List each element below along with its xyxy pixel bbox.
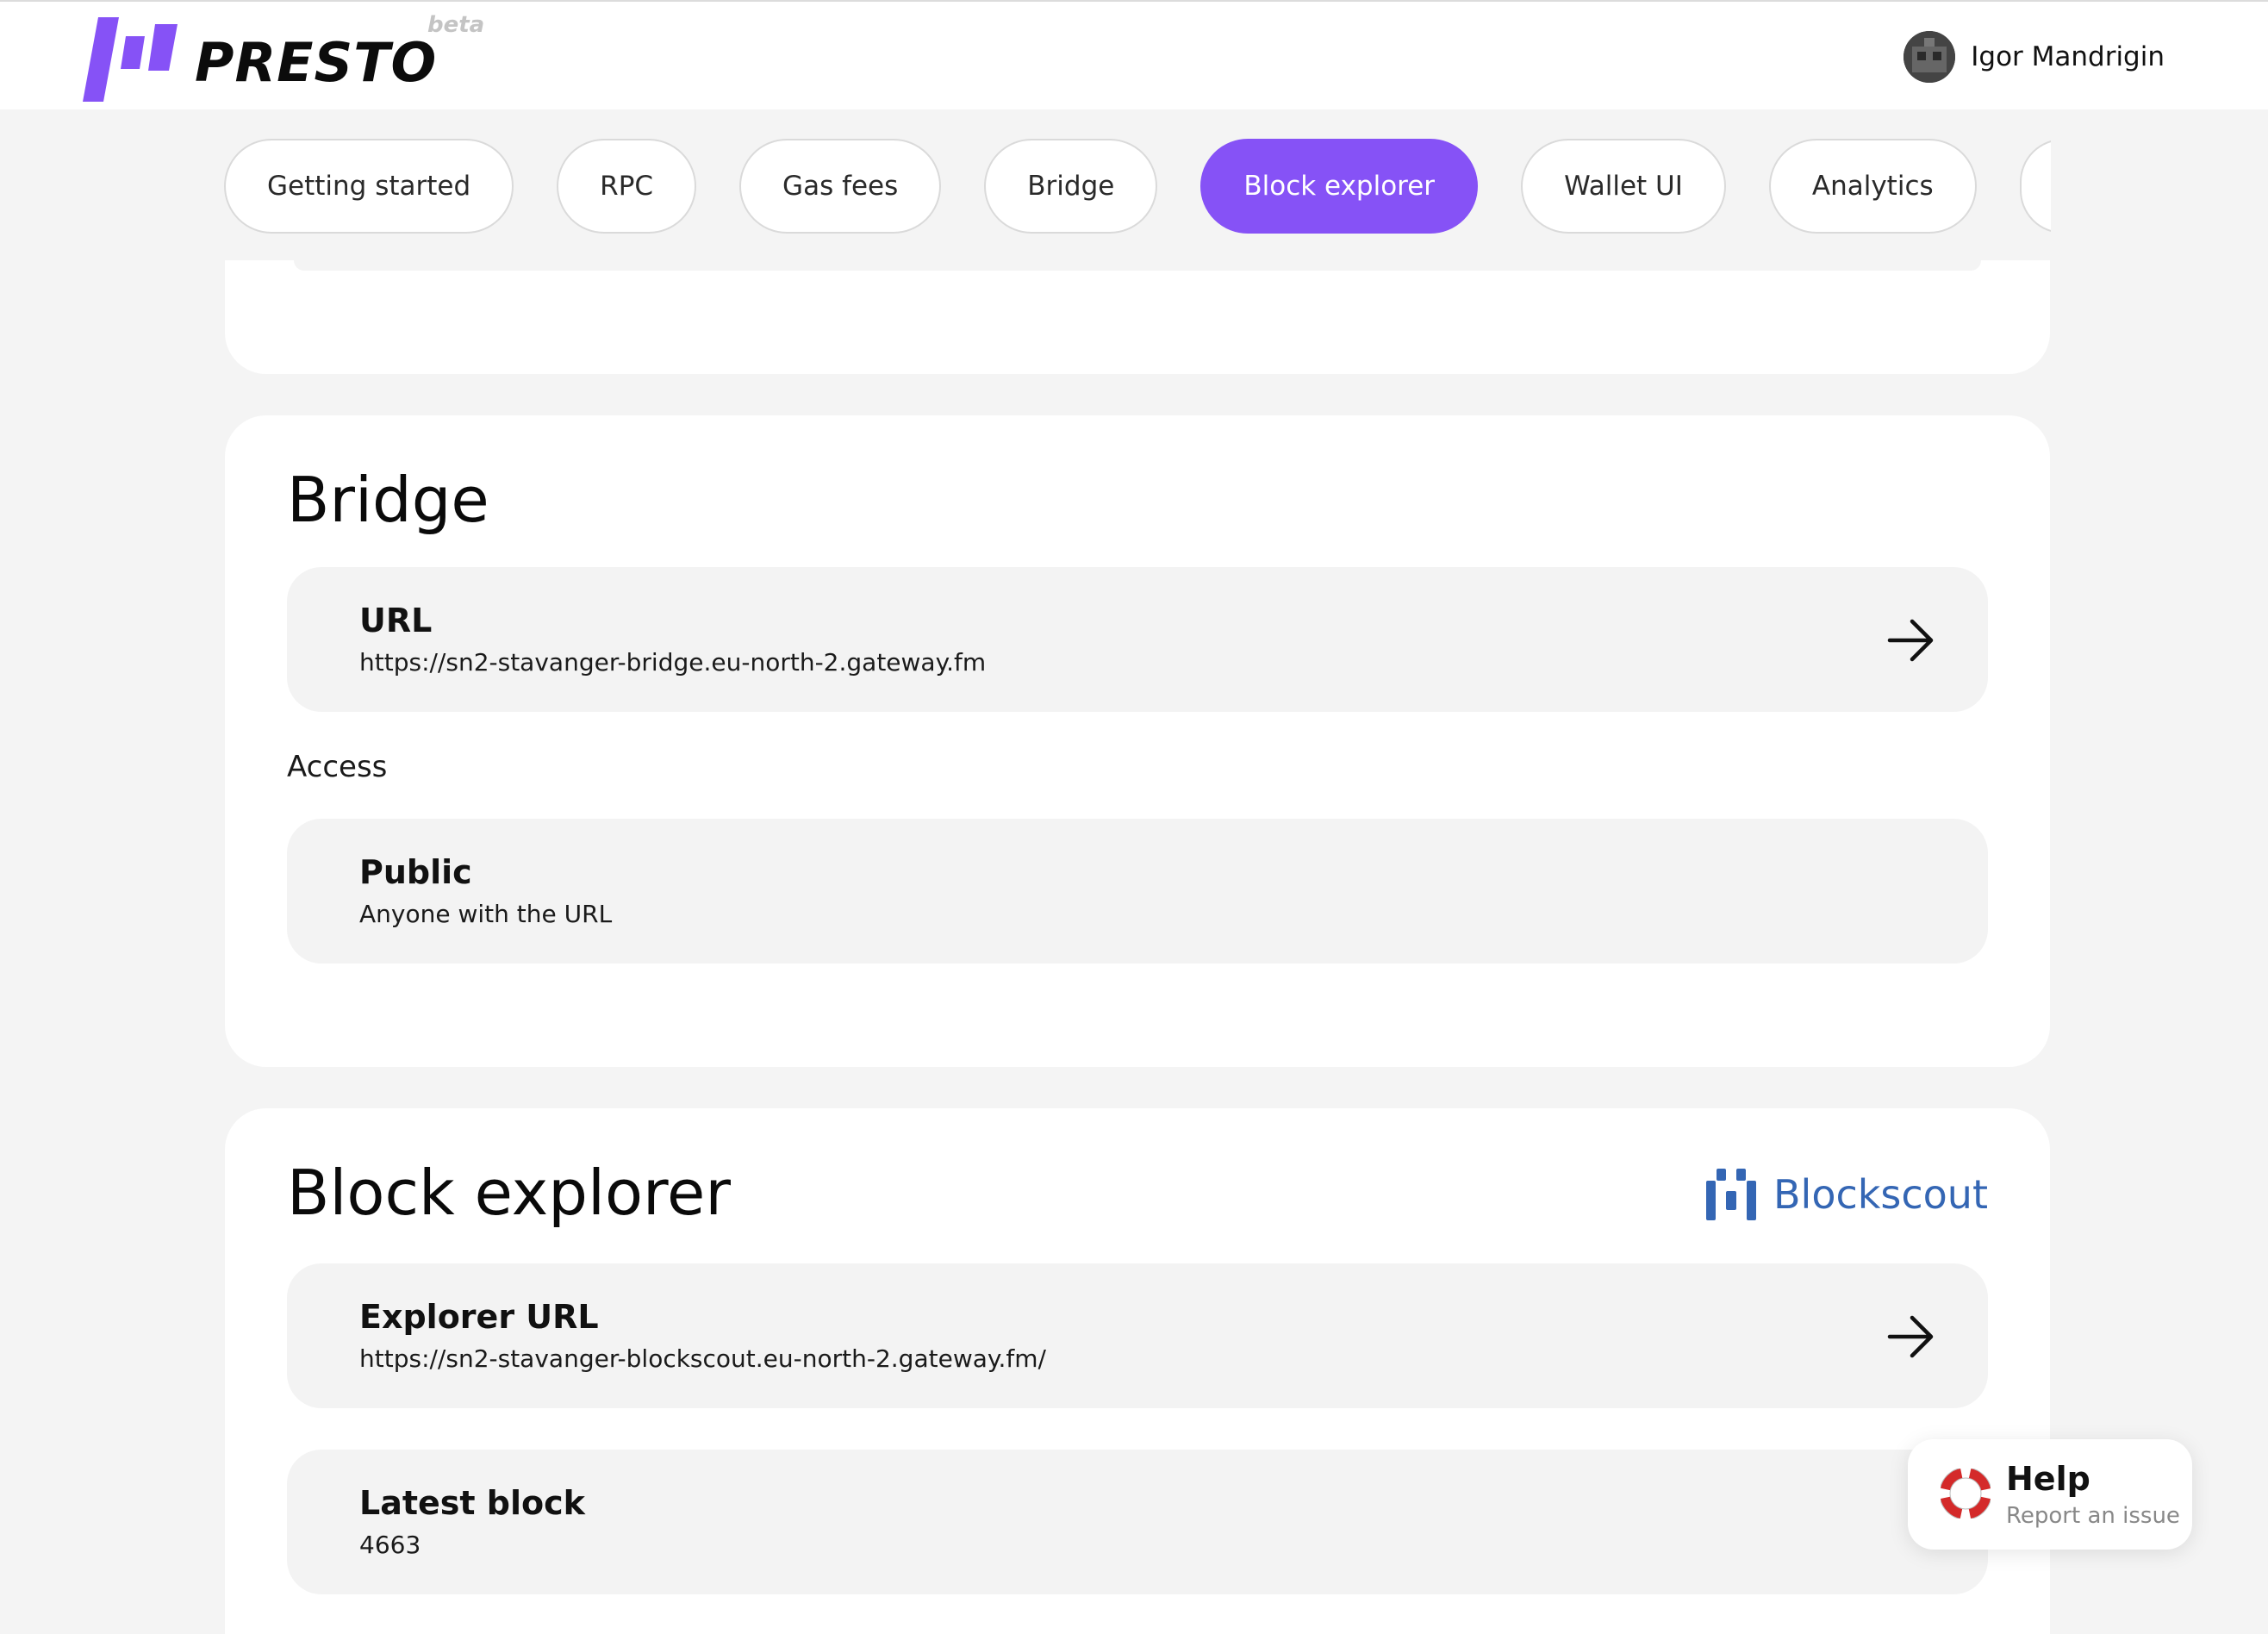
avatar[interactable] <box>1904 31 1956 83</box>
bridge-url-row[interactable]: URL https://sn2-stavanger-bridge.eu-nort… <box>287 567 1988 712</box>
lifebuoy-icon <box>1941 1469 1991 1519</box>
blockscout-name: Blockscout <box>1773 1171 1988 1218</box>
access-label: Access <box>287 750 388 784</box>
blockscout-brand: Blockscout <box>1705 1169 1988 1220</box>
tab-rpc[interactable]: RPC <box>557 139 697 234</box>
beta-badge: beta <box>427 12 485 38</box>
explorer-url-label: Explorer URL <box>359 1298 599 1336</box>
arrow-right-icon[interactable] <box>1886 1312 1936 1362</box>
bridge-title: Bridge <box>287 464 489 536</box>
help-title: Help <box>2006 1460 2090 1498</box>
section-tabs: Getting started RPC Gas fees Bridge Block ex… <box>224 138 2051 234</box>
presto-logo-icon[interactable] <box>83 17 178 102</box>
access-row: Public Anyone with the URL <box>287 819 1988 964</box>
user-menu[interactable]: Igor Mandrigin <box>1904 31 2165 83</box>
bridge-url-label: URL <box>359 602 433 639</box>
tab-bridge[interactable]: Bridge <box>984 139 1158 234</box>
tab-analytics[interactable]: Analytics <box>1768 139 1977 234</box>
latest-block-value: 4663 <box>359 1531 421 1559</box>
access-title: Public <box>359 853 472 891</box>
latest-block-label: Latest block <box>359 1484 585 1522</box>
user-avatar-icon <box>1904 31 1956 83</box>
brand-name[interactable]: PRESTO <box>195 31 437 94</box>
block-explorer-card: Block explorer Blockscout Explorer URL h… <box>225 1108 2050 1634</box>
tab-more[interactable] <box>2019 139 2051 234</box>
arrow-right-icon[interactable] <box>1886 615 1936 665</box>
blockscout-logo-icon <box>1705 1169 1756 1220</box>
tab-gas-fees[interactable]: Gas fees <box>739 139 942 234</box>
explorer-url-row[interactable]: Explorer URL https://sn2-stavanger-block… <box>287 1263 1988 1408</box>
help-widget[interactable]: Help Report an issue <box>1908 1439 2192 1550</box>
user-name[interactable]: Igor Mandrigin <box>1971 41 2165 72</box>
tab-block-explorer[interactable]: Block explorer <box>1200 139 1479 234</box>
latest-block-row: Latest block 4663 <box>287 1450 1988 1594</box>
block-explorer-title: Block explorer <box>287 1157 731 1229</box>
explorer-url-value: https://sn2-stavanger-blockscout.eu-nort… <box>359 1344 1046 1373</box>
previous-card <box>225 260 2050 374</box>
bridge-card: Bridge URL https://sn2-stavanger-bridge.… <box>225 415 2050 1067</box>
previous-row-edge <box>294 260 1981 271</box>
tab-getting-started[interactable]: Getting started <box>224 139 514 234</box>
report-issue-link[interactable]: Report an issue <box>2006 1503 2180 1529</box>
access-description: Anyone with the URL <box>359 900 613 928</box>
tab-wallet-ui[interactable]: Wallet UI <box>1521 139 1726 234</box>
top-bar: PRESTO beta Igor Mandrigin <box>0 0 2268 109</box>
bridge-url-value: https://sn2-stavanger-bridge.eu-north-2.… <box>359 648 987 677</box>
